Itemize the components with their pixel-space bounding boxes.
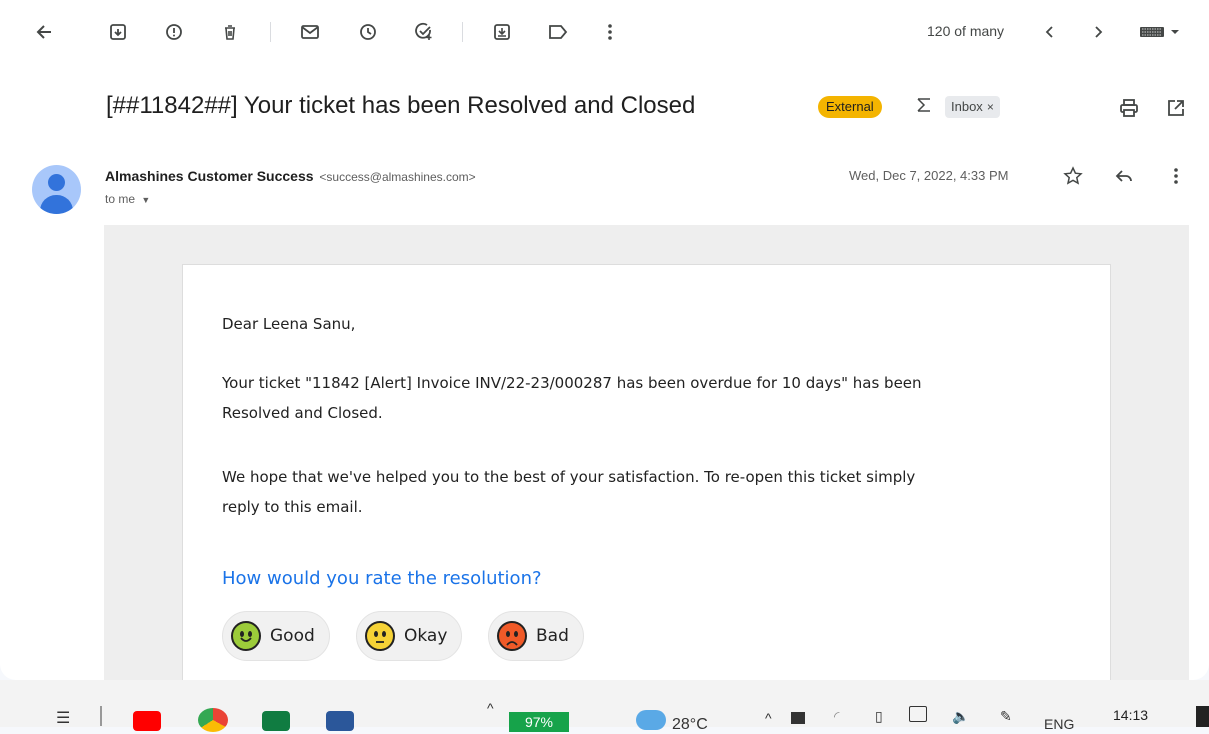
inbox-label-text: Inbox bbox=[951, 99, 983, 114]
volume-icon[interactable]: 🔈 bbox=[952, 708, 969, 725]
sender-name[interactable]: Almashines Customer Success bbox=[105, 168, 314, 184]
screen-capture-icon[interactable] bbox=[909, 706, 927, 722]
rate-bad-button[interactable]: Bad bbox=[488, 611, 584, 661]
network-icon[interactable]: ◜ bbox=[834, 708, 839, 725]
older-chevron-icon[interactable] bbox=[1084, 18, 1112, 46]
satisfaction-line-2: reply to this email. bbox=[222, 498, 363, 516]
sender-line: Almashines Customer Success <success@alm… bbox=[105, 168, 476, 184]
phone-link-icon[interactable]: ▯ bbox=[875, 708, 883, 725]
ticket-status-line-2: Resolved and Closed. bbox=[222, 404, 383, 422]
sender-avatar bbox=[32, 165, 81, 214]
task-view-icon[interactable]: ☰ bbox=[56, 708, 70, 728]
smiley-happy-icon bbox=[231, 621, 261, 651]
inbox-label-chip: Inbox × bbox=[945, 96, 1000, 118]
more-options-icon[interactable] bbox=[596, 18, 624, 46]
rate-good-button[interactable]: Good bbox=[222, 611, 330, 661]
rate-bad-label: Bad bbox=[536, 626, 569, 646]
tray-chevron-icon[interactable]: ^ bbox=[765, 710, 772, 726]
avatar-body bbox=[40, 195, 73, 214]
message-card: Dear Leena Sanu, Your ticket "11842 [Ale… bbox=[182, 264, 1111, 680]
rate-okay-label: Okay bbox=[404, 626, 448, 646]
external-label-chip: External bbox=[818, 96, 882, 118]
toolbar-divider bbox=[462, 22, 463, 42]
pen-icon[interactable]: ✎ bbox=[1000, 708, 1012, 725]
smiley-sad-icon bbox=[497, 621, 527, 651]
message-more-options-icon[interactable] bbox=[1164, 164, 1188, 188]
gmail-window: 120 of many [##11842##] Your ticket has … bbox=[0, 0, 1209, 680]
greeting-text: Dear Leena Sanu, bbox=[222, 315, 356, 333]
move-to-icon[interactable] bbox=[488, 18, 516, 46]
chrome-app-icon[interactable] bbox=[198, 708, 228, 732]
weather-cloud-icon[interactable] bbox=[636, 710, 666, 730]
smiley-neutral-icon bbox=[365, 621, 395, 651]
notification-center-icon[interactable] bbox=[1196, 706, 1209, 727]
star-icon[interactable] bbox=[1061, 164, 1085, 188]
email-subject: [##11842##] Your ticket has been Resolve… bbox=[106, 92, 696, 119]
avatar-head bbox=[48, 174, 65, 191]
rating-question: How would you rate the resolution? bbox=[222, 568, 542, 589]
rate-good-label: Good bbox=[270, 626, 315, 646]
sender-address: <success@almashines.com> bbox=[319, 170, 476, 184]
input-language[interactable]: ENG bbox=[1044, 716, 1074, 732]
print-icon[interactable] bbox=[1117, 96, 1141, 120]
weather-temperature[interactable]: 28°C bbox=[672, 716, 708, 734]
caret-down-icon: ▼ bbox=[141, 195, 151, 205]
rate-okay-button[interactable]: Okay bbox=[356, 611, 463, 661]
satisfaction-line-1: We hope that we've helped you to the bes… bbox=[222, 468, 916, 486]
open-new-window-icon[interactable] bbox=[1164, 96, 1188, 120]
delete-icon[interactable] bbox=[216, 18, 244, 46]
recipient-text: to me bbox=[105, 192, 136, 206]
message-count: 120 of many bbox=[927, 23, 1005, 39]
message-toolbar: 120 of many bbox=[0, 0, 1209, 64]
archive-icon[interactable] bbox=[104, 18, 132, 46]
os-taskbar bbox=[0, 680, 1209, 727]
display-icon[interactable] bbox=[791, 712, 805, 724]
mark-unread-icon[interactable] bbox=[296, 18, 324, 46]
back-arrow-icon[interactable] bbox=[30, 18, 58, 46]
system-clock-time[interactable]: 14:13 bbox=[1113, 707, 1148, 723]
recipient-details-toggle[interactable]: to me ▼ bbox=[105, 192, 150, 206]
youtube-app-icon[interactable] bbox=[133, 711, 161, 731]
reply-icon[interactable] bbox=[1112, 164, 1136, 188]
snooze-clock-icon[interactable] bbox=[354, 18, 382, 46]
input-tools-keyboard-icon[interactable] bbox=[1136, 18, 1186, 46]
toolbar-divider bbox=[270, 22, 271, 42]
importance-marker-icon[interactable] bbox=[915, 97, 933, 118]
show-hidden-icons-chevron-icon[interactable]: ^ bbox=[487, 700, 494, 716]
add-task-icon[interactable] bbox=[410, 18, 438, 46]
excel-app-icon[interactable] bbox=[262, 711, 290, 731]
report-spam-icon[interactable] bbox=[160, 18, 188, 46]
message-body-background: Dear Leena Sanu, Your ticket "11842 [Ale… bbox=[104, 225, 1189, 680]
label-icon[interactable] bbox=[544, 18, 572, 46]
newer-chevron-icon[interactable] bbox=[1036, 18, 1064, 46]
taskbar-separator bbox=[100, 706, 102, 726]
remove-label-button[interactable]: × bbox=[987, 100, 994, 114]
ticket-status-line-1: Your ticket "11842 [Alert] Invoice INV/2… bbox=[222, 374, 922, 392]
battery-indicator[interactable]: 97% bbox=[509, 712, 569, 732]
word-app-icon[interactable] bbox=[326, 711, 354, 731]
email-date: Wed, Dec 7, 2022, 4:33 PM bbox=[849, 168, 1009, 183]
